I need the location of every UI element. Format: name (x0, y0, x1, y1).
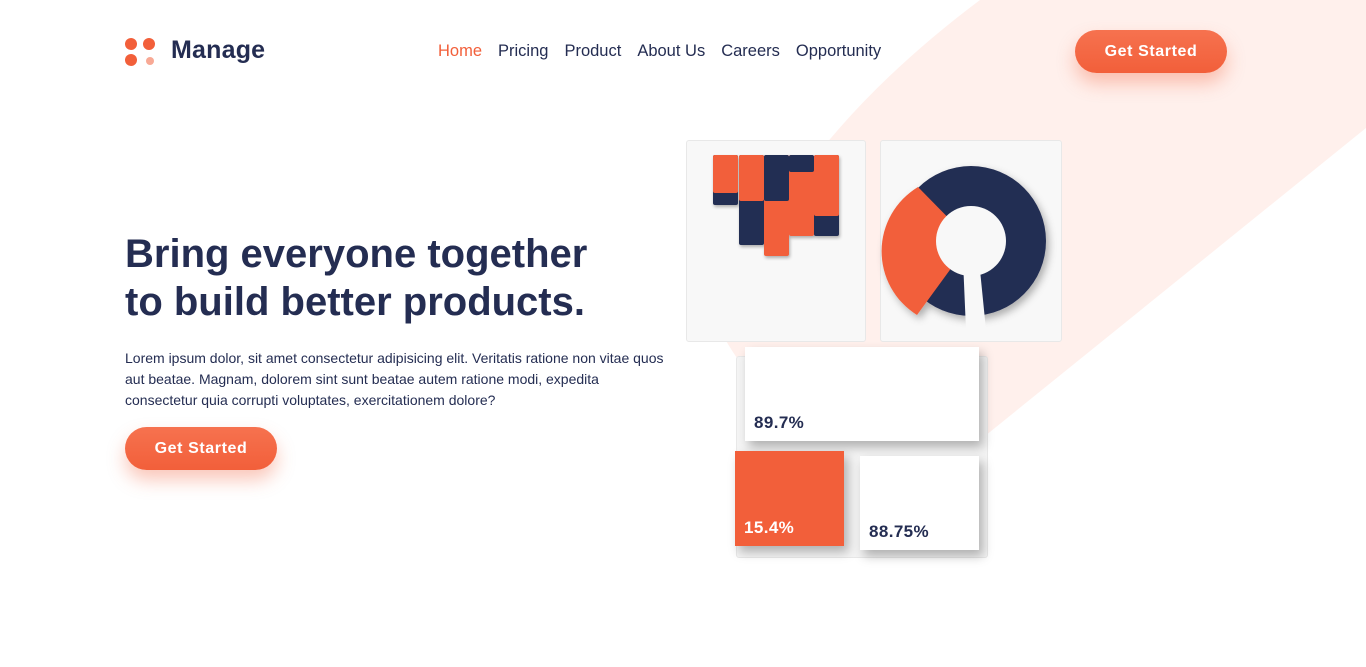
stat-value-top: 89.7% (754, 413, 805, 432)
stat-tile-bottom-left: 15.4% (735, 451, 844, 546)
donut-chart-graphic (881, 166, 1046, 330)
stat-tile-top: 89.7% (745, 347, 979, 441)
stat-tile-bottom-right: 88.75% (860, 456, 979, 550)
stat-value-bottom-left: 15.4% (744, 518, 795, 537)
stat-value-bottom-right: 88.75% (869, 522, 930, 541)
